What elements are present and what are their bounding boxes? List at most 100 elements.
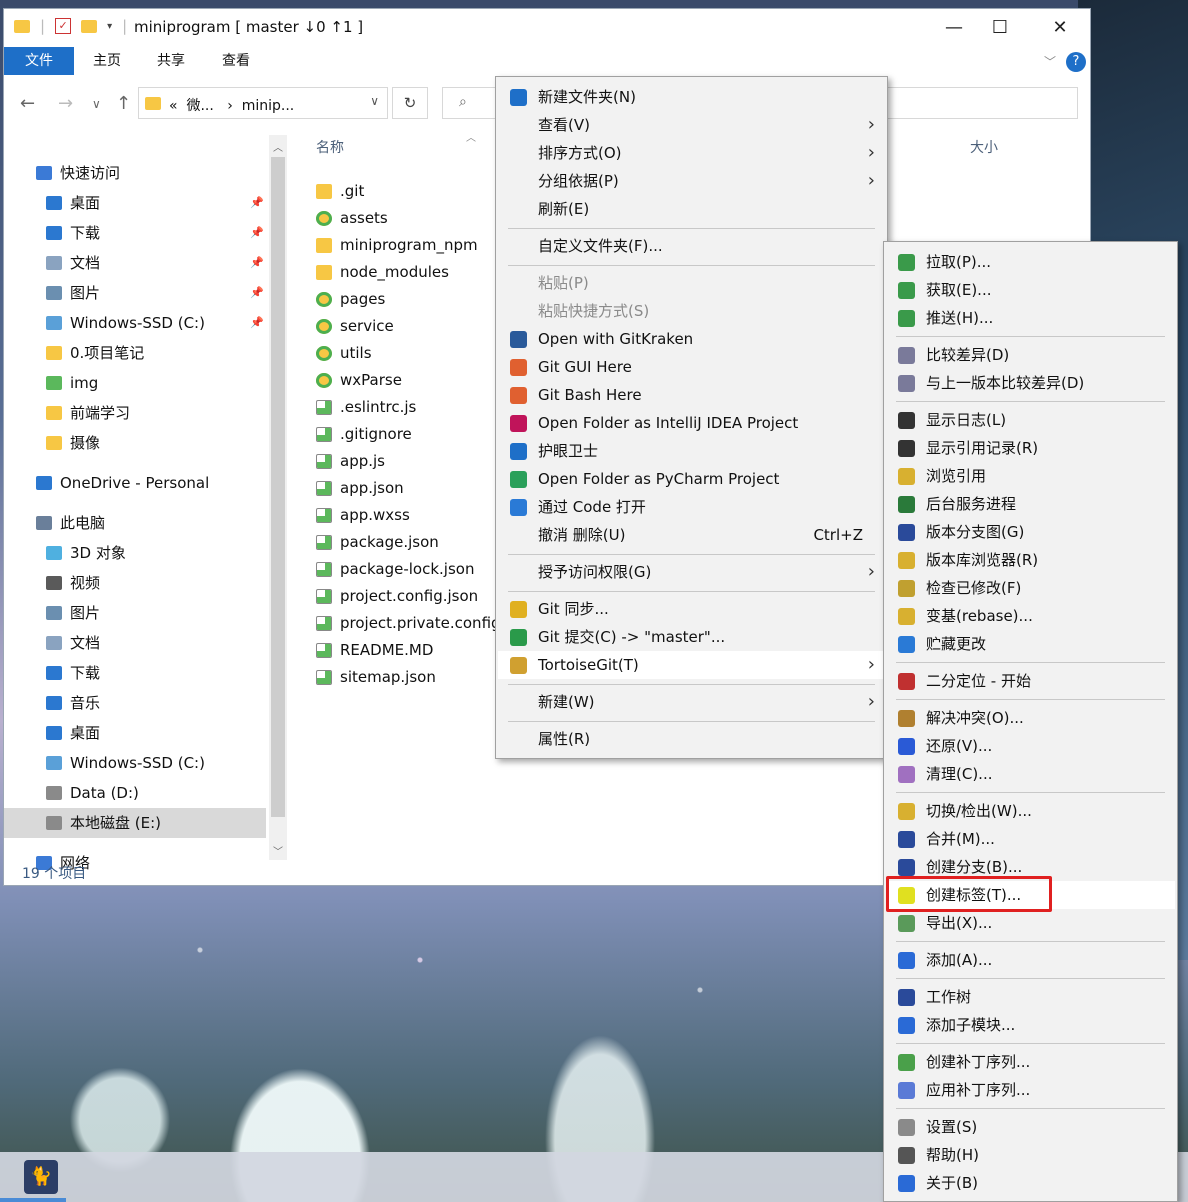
nav-item[interactable]: 本地磁盘 (E:) <box>4 808 266 838</box>
nav-item[interactable]: img <box>46 368 98 398</box>
nav-item[interactable]: 视频 <box>46 568 100 598</box>
file-list-item[interactable]: wxParse <box>316 367 402 394</box>
properties-check-icon[interactable]: ✓ <box>55 18 72 34</box>
file-list-item[interactable]: app.wxss <box>316 502 410 529</box>
menu-item[interactable]: 粘贴快捷方式(S) <box>498 297 885 325</box>
menu-item[interactable]: 浏览引用 <box>886 462 1175 490</box>
menu-item[interactable]: 应用补丁序列... <box>886 1076 1175 1104</box>
menu-item[interactable]: 护眼卫士 <box>498 437 885 465</box>
nav-item[interactable]: 音乐 <box>46 688 100 718</box>
menu-item[interactable]: 工作树 <box>886 983 1175 1011</box>
recent-locations-icon[interactable]: ∨ <box>92 97 101 111</box>
menu-item[interactable]: 清理(C)... <box>886 760 1175 788</box>
nav-item[interactable]: 图片 <box>46 278 100 308</box>
nav-scroll-thumb[interactable] <box>271 157 285 817</box>
column-header-name[interactable]: 名称 <box>316 137 344 157</box>
nav-item[interactable]: 桌面 <box>46 188 100 218</box>
menu-item[interactable]: 关于(B) <box>886 1169 1175 1197</box>
menu-item[interactable]: 切换/检出(W)... <box>886 797 1175 825</box>
menu-item[interactable]: 合并(M)... <box>886 825 1175 853</box>
menu-item[interactable]: 刷新(E) <box>498 195 885 223</box>
menu-item[interactable]: 推送(H)... <box>886 304 1175 332</box>
up-button[interactable]: ↑ <box>116 93 131 114</box>
menu-item[interactable]: 显示日志(L) <box>886 406 1175 434</box>
menu-item[interactable]: 二分定位 - 开始 <box>886 667 1175 695</box>
file-list-item[interactable]: miniprogram_npm <box>316 232 478 259</box>
nav-item[interactable]: 文档 <box>46 628 100 658</box>
menu-item[interactable]: 还原(V)... <box>886 732 1175 760</box>
nav-item[interactable]: 3D 对象 <box>46 538 126 568</box>
menu-item[interactable]: 创建补丁序列... <box>886 1048 1175 1076</box>
menu-item[interactable]: 设置(S) <box>886 1113 1175 1141</box>
nav-item[interactable]: 0.项目笔记 <box>46 338 144 368</box>
file-list-item[interactable]: .eslintrc.js <box>316 394 416 421</box>
file-list-item[interactable]: app.json <box>316 475 404 502</box>
menu-item[interactable]: 解决冲突(O)... <box>886 704 1175 732</box>
menu-item[interactable]: Git Bash Here <box>498 381 885 409</box>
menu-item[interactable]: 贮藏更改 <box>886 630 1175 658</box>
breadcrumb-1[interactable]: 微... <box>186 98 213 114</box>
nav-item[interactable]: 桌面 <box>46 718 100 748</box>
menu-item[interactable]: 显示引用记录(R) <box>886 434 1175 462</box>
file-list-item[interactable]: project.config.json <box>316 583 478 610</box>
minimize-button[interactable]: — <box>934 15 974 41</box>
close-button[interactable]: ✕ <box>1040 15 1080 41</box>
nav-scrollbar[interactable]: ︿ ﹀ <box>269 135 287 860</box>
menu-item[interactable]: 比较差异(D) <box>886 341 1175 369</box>
menu-item[interactable]: 自定义文件夹(F)... <box>498 232 885 260</box>
nav-item[interactable]: 摄像 <box>46 428 100 458</box>
file-list-item[interactable]: package-lock.json <box>316 556 474 583</box>
file-list-item[interactable]: pages <box>316 286 385 313</box>
file-list-item[interactable]: node_modules <box>316 259 449 286</box>
menu-item[interactable]: 拉取(P)... <box>886 248 1175 276</box>
file-list-item[interactable]: assets <box>316 205 388 232</box>
menu-item[interactable]: Open Folder as PyCharm Project <box>498 465 885 493</box>
menu-item[interactable]: 添加(A)... <box>886 946 1175 974</box>
menu-item[interactable]: 排序方式(O) › <box>498 139 885 167</box>
menu-item[interactable]: Git GUI Here <box>498 353 885 381</box>
menu-item[interactable]: 新建(W) › <box>498 688 885 716</box>
ribbon-expand-icon[interactable]: ﹀ <box>1044 53 1056 70</box>
nav-item[interactable]: 前端学习 <box>46 398 130 428</box>
file-list-item[interactable]: app.js <box>316 448 385 475</box>
nav-item[interactable]: OneDrive - Personal <box>36 468 209 498</box>
nav-item[interactable]: 快速访问 <box>36 158 120 188</box>
menu-item[interactable]: 后台服务进程 <box>886 490 1175 518</box>
file-list-item[interactable]: sitemap.json <box>316 664 436 691</box>
menu-item[interactable]: 属性(R) <box>498 725 885 753</box>
menu-item[interactable]: TortoiseGit(T) › <box>498 651 885 679</box>
menu-item[interactable]: 分组依据(P) › <box>498 167 885 195</box>
menu-item[interactable]: 导出(X)... <box>886 909 1175 937</box>
file-list-item[interactable]: service <box>316 313 394 340</box>
menu-item[interactable]: 新建文件夹(N) <box>498 83 885 111</box>
menu-item[interactable]: 粘贴(P) <box>498 269 885 297</box>
refresh-button[interactable]: ↻ <box>392 87 428 119</box>
file-list-item[interactable]: utils <box>316 340 372 367</box>
menu-item[interactable]: 变基(rebase)... <box>886 602 1175 630</box>
menu-item[interactable]: 撤消 删除(U) Ctrl+Z <box>498 521 885 549</box>
nav-item[interactable]: 图片 <box>46 598 100 628</box>
tab-share[interactable]: 共享 <box>140 47 202 75</box>
help-icon[interactable]: ? <box>1066 52 1086 72</box>
menu-item[interactable]: 帮助(H) <box>886 1141 1175 1169</box>
file-list-item[interactable]: .gitignore <box>316 421 412 448</box>
menu-item[interactable]: 获取(E)... <box>886 276 1175 304</box>
nav-item[interactable]: Windows-SSD (C:) <box>46 748 205 778</box>
nav-item[interactable]: 下载 <box>46 658 100 688</box>
nav-item[interactable]: 下载 <box>46 218 100 248</box>
nav-item[interactable]: 文档 <box>46 248 100 278</box>
menu-item[interactable]: 添加子模块... <box>886 1011 1175 1039</box>
menu-item[interactable]: Open Folder as IntelliJ IDEA Project <box>498 409 885 437</box>
address-box[interactable]: « 微... › minip... ∨ <box>138 87 388 119</box>
file-list-item[interactable]: .git <box>316 178 364 205</box>
maximize-button[interactable]: ☐ <box>980 15 1020 41</box>
menu-item[interactable]: 版本分支图(G) <box>886 518 1175 546</box>
file-list-item[interactable]: README.MD <box>316 637 433 664</box>
tab-file[interactable]: 文件 <box>4 47 74 75</box>
quick-access-dropdown-icon[interactable]: ▾ <box>107 21 112 32</box>
column-header-size[interactable]: 大小 <box>970 137 998 157</box>
menu-item[interactable]: Open with GitKraken <box>498 325 885 353</box>
file-list-item[interactable]: project.private.config <box>316 610 501 637</box>
forward-button[interactable]: → <box>58 93 73 114</box>
menu-item[interactable]: Git 提交(C) -> "master"... <box>498 623 885 651</box>
